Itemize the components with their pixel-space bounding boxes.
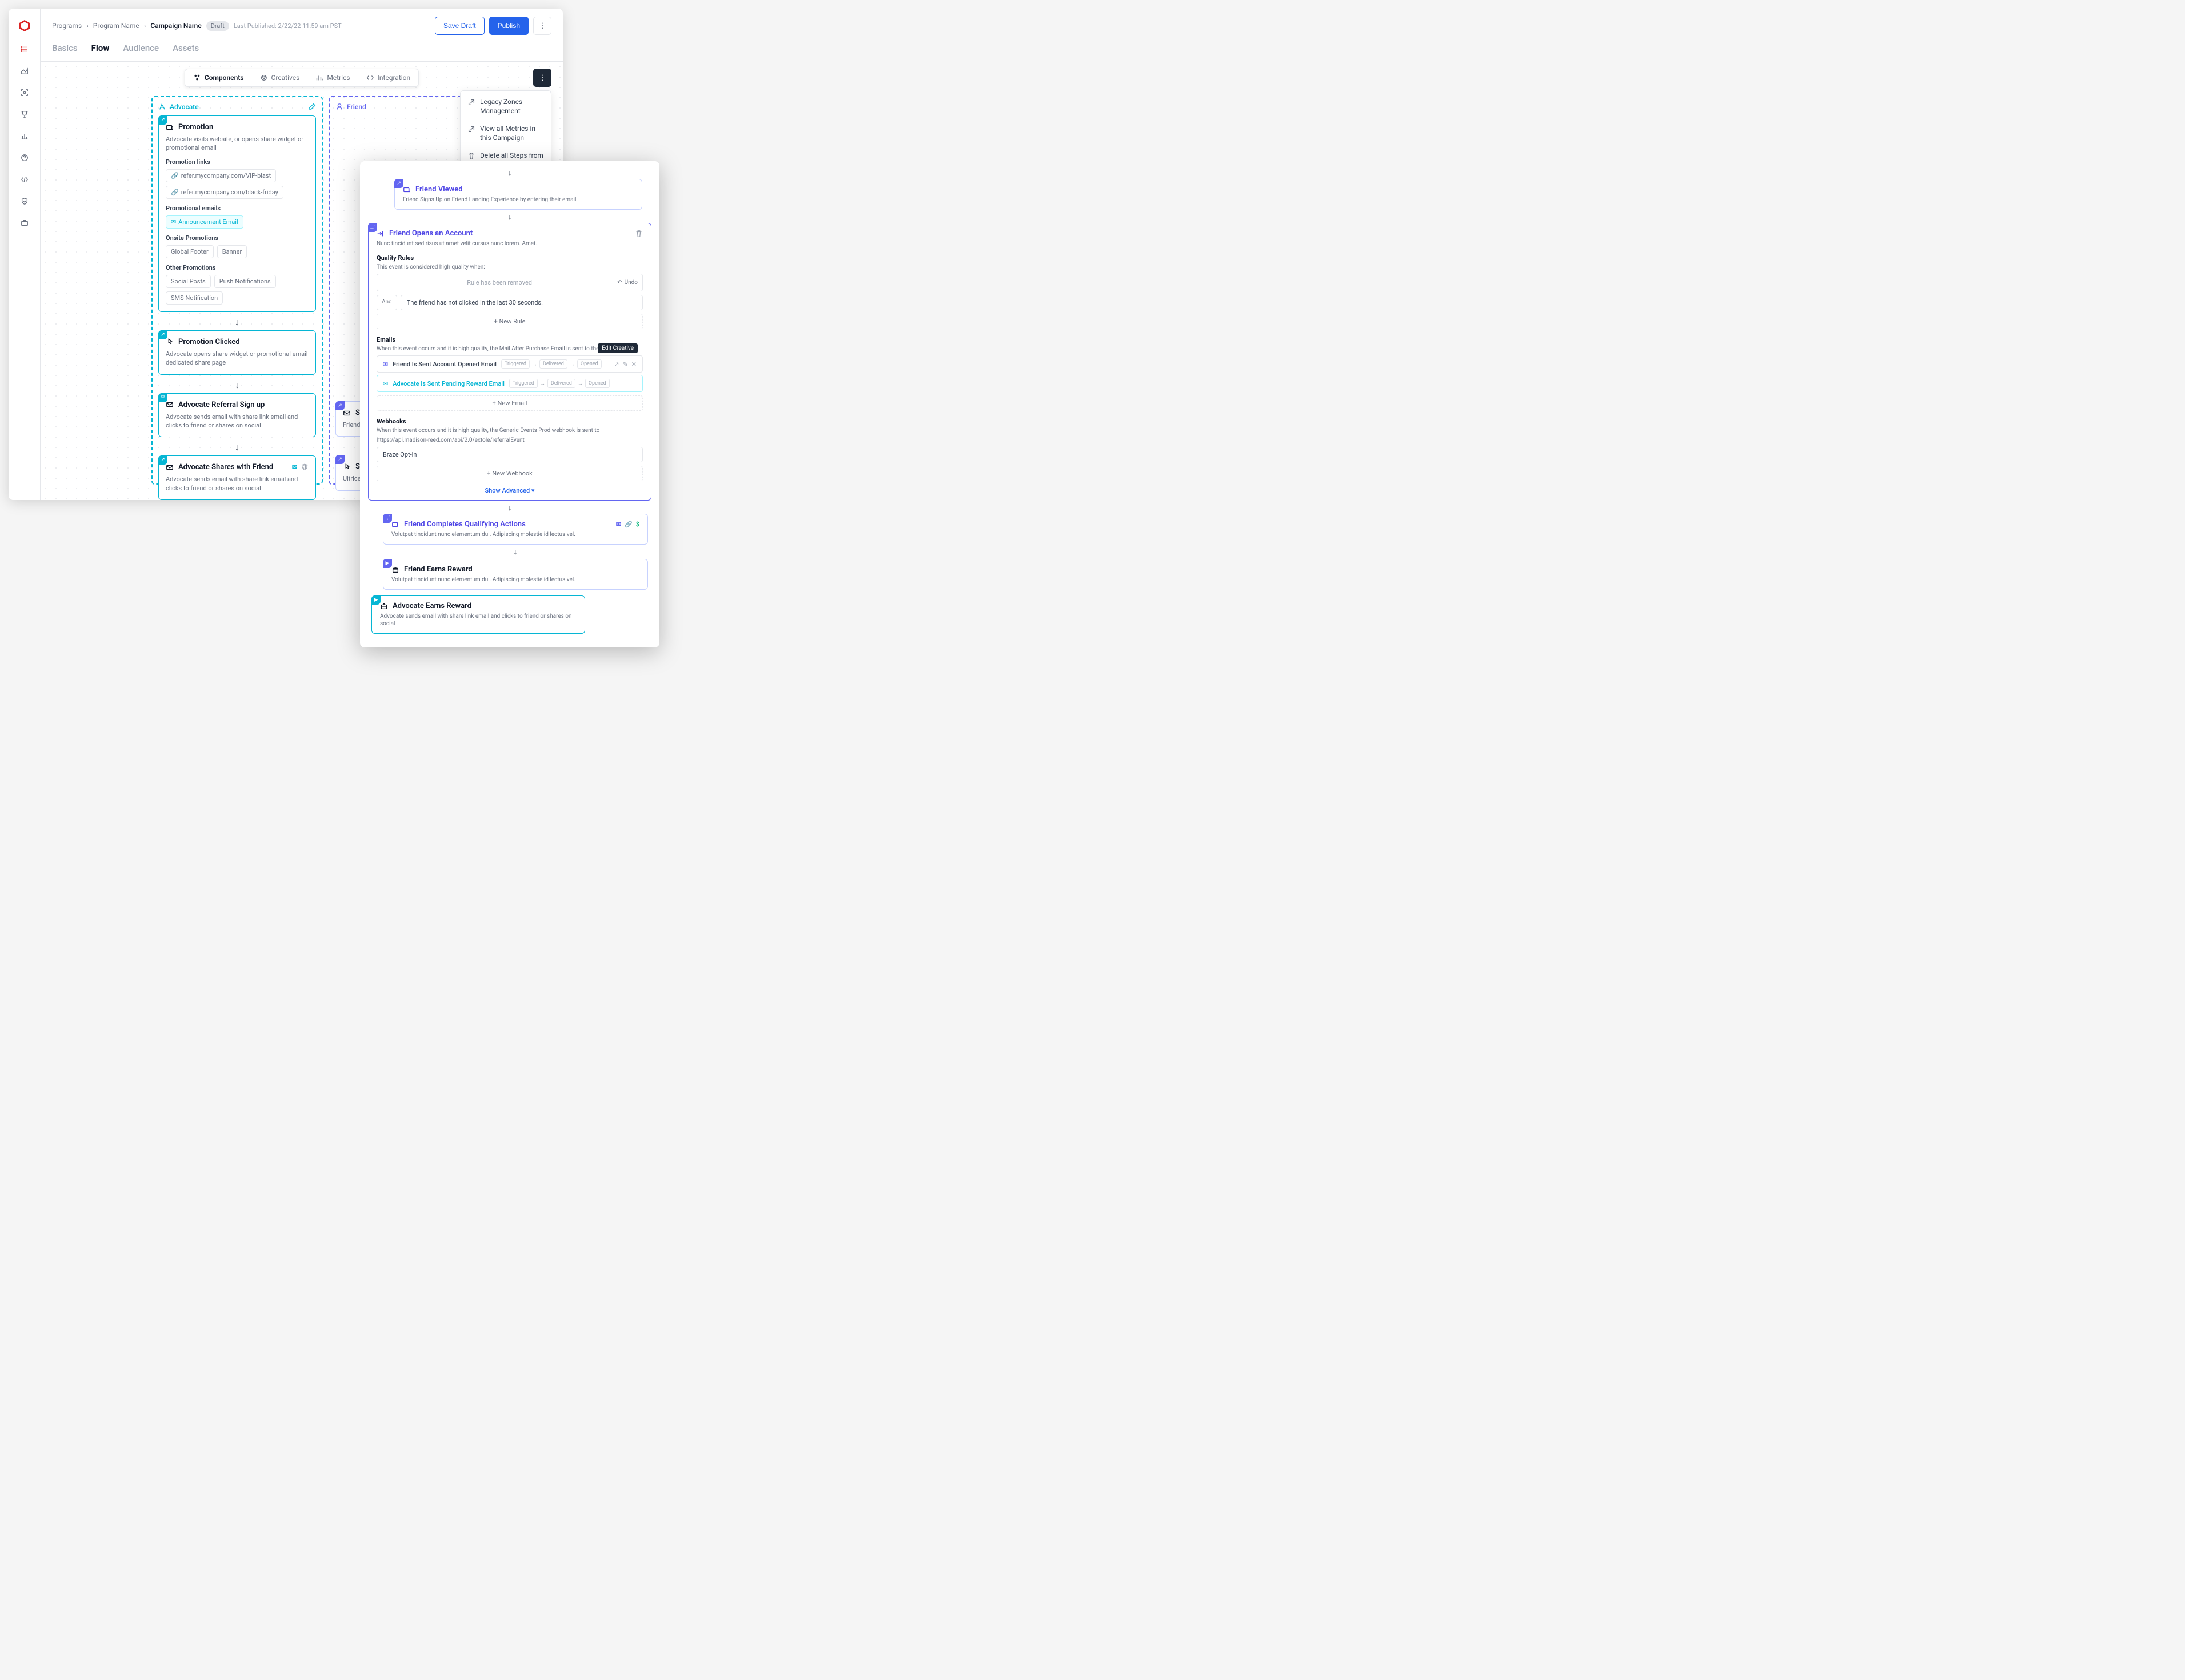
status-pill: Draft	[206, 21, 229, 31]
nav-shield-icon[interactable]	[19, 196, 30, 206]
promo-link-chip[interactable]: 🔗refer.mycompany.com/black-friday	[166, 186, 283, 199]
open-icon[interactable]: ↗	[614, 361, 619, 368]
canvas-tab-metrics[interactable]: Metrics	[307, 69, 358, 86]
friend-viewed-card[interactable]: ↗ Friend Viewed Friend Signs Up on Frien…	[394, 179, 642, 210]
other-chip[interactable]: Social Posts	[166, 275, 211, 288]
arrow-down-icon: ↓	[158, 317, 316, 328]
breadcrumb: Programs › Program Name › Campaign Name …	[52, 21, 342, 31]
dropdown-view-metrics[interactable]: View all Metrics in this Campaign	[461, 120, 551, 147]
webhook-badge-icon: 🔗	[625, 521, 633, 528]
delete-icon[interactable]	[635, 230, 643, 238]
topbar-actions: Save Draft Publish	[435, 17, 551, 35]
and-badge: And	[377, 295, 397, 310]
promo-email-chip[interactable]: ✉Announcement Email	[166, 215, 243, 229]
canvas-tab-components[interactable]: Components	[185, 69, 252, 86]
email-badge-icon: ✉	[616, 521, 621, 528]
qualifying-card[interactable]: →] Friend Completes Qualifying Actions ✉…	[383, 514, 648, 545]
nav-help-icon[interactable]	[19, 153, 30, 163]
breadcrumb-programs[interactable]: Programs	[52, 22, 82, 30]
publish-button[interactable]: Publish	[489, 17, 529, 35]
other-chip[interactable]: SMS Notification	[166, 291, 223, 305]
save-draft-button[interactable]: Save Draft	[435, 17, 485, 35]
email-badge-icon: ✉	[292, 463, 297, 471]
logo	[18, 19, 31, 33]
canvas-tab-creatives[interactable]: Creatives	[252, 69, 308, 86]
tab-assets[interactable]: Assets	[173, 43, 199, 53]
advocate-earns-card[interactable]: ▶ Advocate Earns Reward Advocate sends e…	[371, 595, 585, 634]
more-button[interactable]	[533, 17, 551, 35]
canvas-more-button[interactable]	[533, 69, 551, 87]
webhook-row[interactable]: Braze Opt-in	[377, 447, 643, 462]
canvas-tab-integration[interactable]: Integration	[358, 69, 419, 86]
nav-analytics-icon[interactable]	[19, 66, 30, 76]
detail-panel: ↓ ↗ Friend Viewed Friend Signs Up on Fri…	[360, 161, 659, 647]
nav-trophy-icon[interactable]	[19, 109, 30, 119]
tab-basics[interactable]: Basics	[52, 43, 78, 53]
nav-code-icon[interactable]	[19, 174, 30, 185]
show-advanced-toggle[interactable]: Show Advanced ▾	[377, 481, 643, 494]
topbar: Programs › Program Name › Campaign Name …	[41, 9, 563, 43]
email-row-advocate[interactable]: ✉ Advocate Is Sent Pending Reward Email …	[377, 375, 643, 392]
advocate-lane: Advocate ↗ Promotion Advocate visits web…	[151, 96, 323, 485]
dropdown-legacy-zones[interactable]: Legacy Zones Management	[461, 93, 551, 120]
rule-input[interactable]: The friend has not clicked in the last 3…	[401, 295, 643, 310]
card-handle-icon: ↗	[158, 115, 167, 125]
new-rule-button[interactable]: + New Rule	[377, 314, 643, 329]
onsite-chip[interactable]: Banner	[217, 245, 247, 258]
sidebar	[9, 9, 41, 500]
edit-lane-icon[interactable]	[308, 103, 316, 111]
friend-earns-card[interactable]: ▶ Friend Earns Reward Volutpat tincidunt…	[383, 559, 648, 590]
other-chip[interactable]: Push Notifications	[214, 275, 276, 288]
edit-icon[interactable]: ✎	[623, 361, 628, 368]
tabs: Basics Flow Audience Assets	[41, 43, 563, 62]
onsite-chip[interactable]: Global Footer	[166, 245, 214, 258]
edit-creative-tooltip: Edit Creative	[598, 343, 638, 353]
publish-info: Last Published: 2/22/22 11:59 am PST	[234, 22, 342, 30]
tab-flow[interactable]: Flow	[91, 43, 110, 53]
tab-audience[interactable]: Audience	[123, 43, 159, 53]
canvas-toolbar: Components Creatives Metrics Integration	[185, 69, 419, 87]
new-webhook-button[interactable]: + New Webhook	[377, 466, 643, 481]
nav-briefcase-icon[interactable]	[19, 218, 30, 228]
new-email-button[interactable]: + New Email	[377, 395, 643, 411]
reward-badge-icon: $	[636, 521, 639, 528]
friend-opens-card: →] Friend Opens an Account Nunc tincidun…	[368, 223, 651, 501]
nav-list-icon[interactable]	[19, 44, 30, 54]
signup-card[interactable]: ✉ Advocate Referral Sign up Advocate sen…	[158, 393, 316, 438]
undo-button[interactable]: ↶ Undo	[617, 279, 638, 286]
close-icon[interactable]: ✕	[631, 361, 637, 368]
breadcrumb-campaign: Campaign Name	[150, 22, 201, 30]
shield-badge-icon: 🛡	[301, 463, 309, 471]
advocate-lane-header: Advocate	[158, 103, 316, 111]
email-row[interactable]: Edit Creative ✉ Friend Is Sent Account O…	[377, 355, 643, 373]
promo-link-chip[interactable]: 🔗refer.mycompany.com/VIP-blast	[166, 169, 276, 182]
promotion-card[interactable]: ↗ Promotion Advocate visits website, or …	[158, 115, 316, 312]
nav-chart-icon[interactable]	[19, 131, 30, 141]
promotion-clicked-card[interactable]: ↗ Promotion Clicked Advocate opens share…	[158, 330, 316, 375]
breadcrumb-program[interactable]: Program Name	[93, 22, 139, 30]
shares-card[interactable]: ↗ Advocate Shares with Friend ✉ 🛡 Advoca…	[158, 455, 316, 500]
nav-capture-icon[interactable]	[19, 87, 30, 98]
